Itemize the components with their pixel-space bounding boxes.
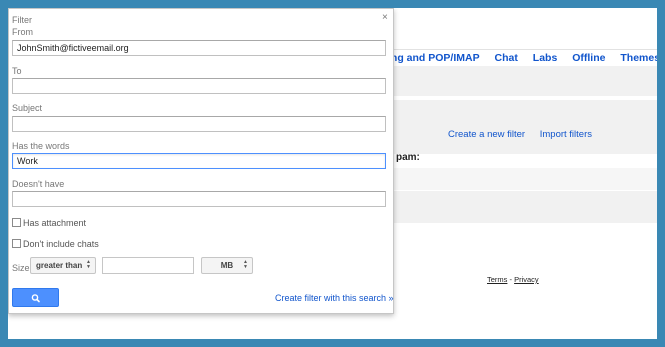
has-words-label: Has the words (12, 141, 70, 151)
size-unit-value: MB (220, 261, 234, 270)
import-filters-link[interactable]: Import filters (540, 129, 592, 140)
size-label: Size (12, 263, 30, 273)
select-arrows-icon: ▲ ▼ (243, 259, 248, 270)
doesnt-have-label: Doesn't have (12, 179, 65, 189)
search-button[interactable] (12, 288, 59, 307)
gmail-settings-page: ing and POP/IMAP Chat Labs Offline Theme… (8, 8, 657, 339)
to-label: To (12, 66, 22, 76)
subject-field[interactable] (12, 116, 386, 132)
terms-link[interactable]: Terms (487, 275, 507, 284)
tab-offline[interactable]: Offline (572, 52, 605, 64)
create-new-filter-link[interactable]: Create a new filter (448, 129, 525, 140)
from-field[interactable] (12, 40, 386, 56)
filter-dialog: Filter × From To Subject Has the words D… (8, 8, 394, 314)
dont-include-chats-label: Don't include chats (23, 239, 99, 249)
spam-label: pam: (396, 152, 420, 163)
from-label: From (12, 27, 33, 37)
privacy-link[interactable]: Privacy (514, 275, 539, 284)
dialog-title: Filter (12, 15, 32, 25)
filter-links: Create a new filter Import filters (448, 129, 604, 140)
footer: Terms - Privacy (487, 275, 539, 284)
tab-chat[interactable]: Chat (495, 52, 518, 64)
create-filter-link[interactable]: Create filter with this search » (275, 293, 394, 303)
dont-include-chats-checkbox[interactable] (12, 239, 21, 248)
doesnt-have-field[interactable] (12, 191, 386, 207)
tab-labs[interactable]: Labs (533, 52, 558, 64)
tab-themes[interactable]: Themes (620, 52, 657, 64)
to-field[interactable] (12, 78, 386, 94)
size-comparator-value: greater than (36, 261, 83, 270)
search-icon (31, 294, 40, 303)
settings-tabs: ing and POP/IMAP Chat Labs Offline Theme… (388, 52, 657, 64)
has-words-field[interactable] (12, 153, 386, 169)
size-input[interactable] (102, 257, 194, 274)
has-attachment-label: Has attachment (23, 218, 87, 228)
tab-forwarding[interactable]: ing and POP/IMAP (388, 52, 480, 64)
size-unit-select[interactable]: MB ▲ ▼ (201, 257, 253, 274)
close-icon[interactable]: × (382, 12, 388, 23)
has-attachment-checkbox[interactable] (12, 218, 21, 227)
size-comparator-select[interactable]: greater than ▲ ▼ (30, 257, 96, 274)
subject-label: Subject (12, 103, 43, 113)
select-arrows-icon: ▲ ▼ (86, 259, 91, 270)
